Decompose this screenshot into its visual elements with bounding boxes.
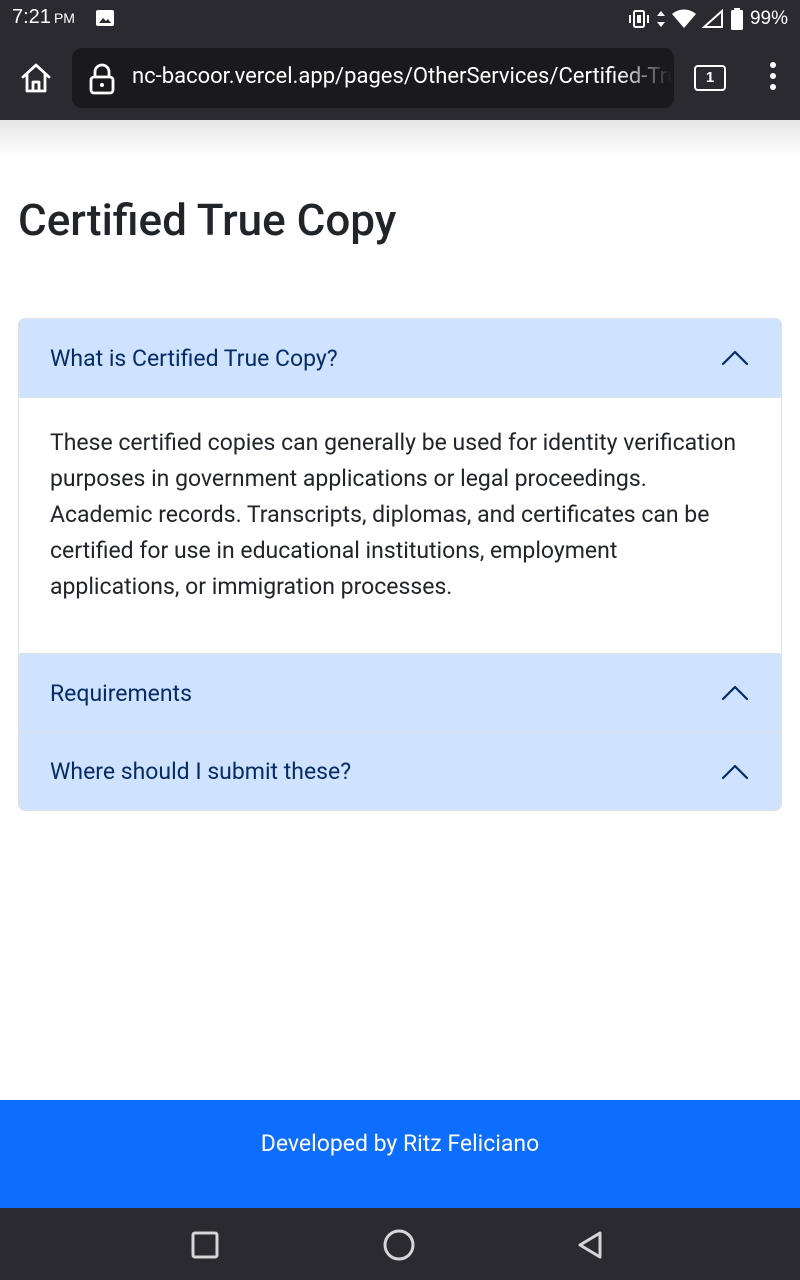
- footer-credit: Developed by Ritz Feliciano: [260, 1130, 540, 1157]
- home-circle-icon[interactable]: [382, 1228, 416, 1262]
- toolbar-shadow: [0, 120, 800, 156]
- chevron-up-icon: [721, 764, 749, 780]
- gallery-icon: [96, 10, 114, 26]
- status-time-ampm: PM: [53, 10, 75, 26]
- accordion-header-requirements[interactable]: Requirements: [19, 654, 781, 732]
- status-time: 7:21 PM: [12, 6, 75, 29]
- address-bar[interactable]: nc-bacoor.vercel.app/pages/OtherServices…: [72, 48, 674, 108]
- cell-signal-icon: [701, 9, 723, 28]
- status-bar: 7:21 PM 99%: [0, 0, 800, 38]
- battery-icon: [730, 8, 743, 30]
- data-arrows-icon: [656, 11, 665, 27]
- lock-icon[interactable]: [88, 63, 116, 95]
- back-icon[interactable]: [574, 1228, 608, 1262]
- vibrate-icon: [628, 10, 649, 28]
- wifi-icon: [671, 9, 696, 28]
- accordion-header-label: Requirements: [50, 679, 192, 707]
- accordion-body-text: These certified copies can generally be …: [50, 429, 737, 600]
- tab-count: 1: [705, 69, 715, 86]
- page-title: Certified True Copy: [18, 194, 397, 246]
- accordion-body-what-is: These certified copies can generally be …: [19, 397, 781, 654]
- page-footer: Developed by Ritz Feliciano: [0, 1100, 800, 1208]
- battery-percent: 99%: [749, 8, 788, 29]
- status-icons: 99%: [628, 6, 788, 32]
- faq-accordion: What is Certified True Copy? These certi…: [18, 318, 782, 811]
- status-time-value: 7:21: [12, 6, 51, 28]
- tab-switcher-button[interactable]: 1: [694, 65, 726, 91]
- url-text[interactable]: nc-bacoor.vercel.app/pages/OtherServices…: [132, 64, 672, 89]
- accordion-header-where-submit[interactable]: Where should I submit these?: [19, 732, 781, 810]
- system-nav-bar: [0, 1208, 800, 1280]
- chevron-up-icon: [721, 350, 749, 366]
- recents-icon[interactable]: [188, 1228, 222, 1262]
- browser-toolbar: nc-bacoor.vercel.app/pages/OtherServices…: [0, 38, 800, 120]
- overflow-menu-icon[interactable]: [764, 62, 782, 96]
- accordion-header-label: What is Certified True Copy?: [50, 344, 338, 372]
- accordion-header-label: Where should I submit these?: [50, 758, 352, 785]
- accordion-header-what-is[interactable]: What is Certified True Copy?: [19, 319, 781, 397]
- chevron-up-icon: [721, 685, 749, 701]
- home-icon[interactable]: [18, 60, 54, 96]
